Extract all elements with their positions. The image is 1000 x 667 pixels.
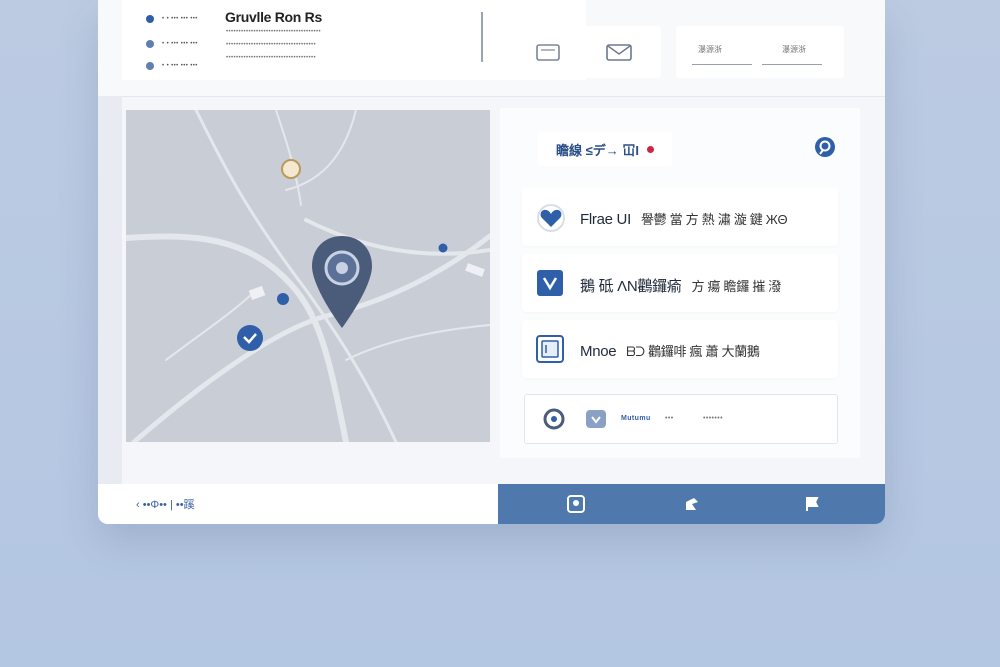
poi-marker-icon[interactable] [280,158,302,185]
app-window: Gruvlle Ron Rs • • ••• ••• ••• • • ••• •… [98,0,885,524]
home-icon[interactable] [566,494,586,514]
bottom-status: ‹ ••Φ•• | ••蹊 [98,484,498,524]
item-title: Mnoe ᗷᑐ 鸛鑼啡 瘋 蕭 大蘭鵝 [580,343,760,360]
item-title: Flrae UI 譽鬱 當 方 熱 潚 漩 鍵 ЖΘ [580,211,788,228]
legend-row[interactable]: • • ••• ••• ••• [146,60,198,72]
legend-label: • • ••• ••• ••• [162,41,198,47]
summary-card[interactable]: Mutumu ••• ••••••• [524,394,838,444]
shield-icon[interactable] [585,408,607,435]
map-roads [126,110,490,442]
legend-label: • • ••• ••• ••• [162,63,198,69]
card-meta: ••••••• [703,415,723,422]
text-line: •••••••••••••••••••••••••••••••••••• [226,55,317,61]
legend-row[interactable]: • • ••• ••• ••• [146,38,198,50]
heart-icon [536,203,565,232]
refresh-icon[interactable] [543,408,565,435]
option-label[interactable]: 瀑源浙 [782,44,806,55]
card-meta: ••• [665,415,674,422]
list-item[interactable]: 鵝 砥 ΛΝ鸛鑼瘉方 瘍 瞻鑼 摧 潑 [522,254,838,312]
legend-label: • • ••• ••• ••• [162,16,198,22]
option-underline [762,64,822,65]
item-title: 鵝 砥 ΛΝ鸛鑼瘉方 瘍 瞻鑼 摧 潑 [580,278,781,295]
header-description: •••••••••••••••••••••••••••••••••••••• •… [226,26,321,65]
list-item[interactable]: Mnoe ᗷᑐ 鸛鑼啡 瘋 蕭 大蘭鵝 [522,320,838,378]
flag-icon[interactable] [802,494,822,514]
text-line: •••••••••••••••••••••••••••••••••••••• [226,29,322,35]
legend-dot-icon [146,15,154,23]
option-underline [692,64,752,65]
details-panel: 瞻線 ≤デ→ 冚I Flrae UI 譽鬱 當 方 熱 潚 漩 鍵 ЖΘ 鵝 砥 … [500,108,860,458]
filter-chip[interactable]: 瞻線 ≤デ→ 冚I [538,132,672,166]
location-pin-icon[interactable] [814,136,836,158]
small-marker-icon[interactable] [438,240,448,258]
document-icon [536,335,564,363]
checkbox-icon [536,269,564,297]
side-strip [98,96,122,484]
card-name: Mutumu [621,415,651,422]
legend-dot-icon [146,62,154,70]
map-view[interactable] [126,110,490,442]
check-marker-icon[interactable] [236,324,264,357]
legend-row[interactable]: • • ••• ••• ••• [146,13,198,25]
legend-dot-icon [146,40,154,48]
mail-icon[interactable] [605,42,633,69]
header-divider [481,12,483,62]
header: Gruvlle Ron Rs • • ••• ••• ••• • • ••• •… [98,0,885,97]
back-link[interactable]: ‹ ••Φ•• | ••蹊 [136,496,195,512]
list-item[interactable]: Flrae UI 譽鬱 當 方 熱 潚 漩 鍵 ЖΘ [522,188,838,246]
header-icon-group [503,26,661,78]
header-options: 瀑源浙 瀑源浙 [676,26,844,78]
page-title: Gruvlle Ron Rs [225,9,322,25]
card-icon[interactable] [535,42,561,69]
option-label[interactable]: 瀑源浙 [698,44,722,55]
filter-label: 瞻線 ≤デ→ 冚I [556,142,639,158]
text-line: •••••••••••••••••••••••••••••••••••• [226,42,317,48]
small-marker-icon[interactable] [276,292,290,311]
location-pin-icon[interactable] [310,234,374,335]
bottom-nav [498,484,885,524]
notification-dot [646,145,654,153]
share-icon[interactable] [682,494,702,514]
